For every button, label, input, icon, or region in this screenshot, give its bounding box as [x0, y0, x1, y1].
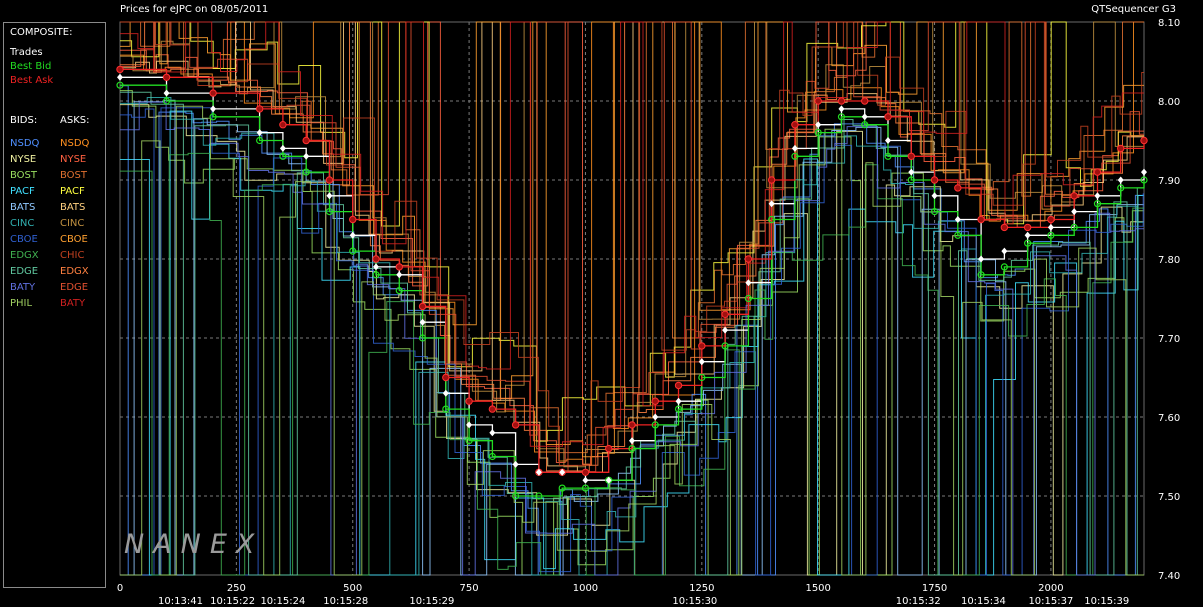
time-label: 10:15:32 [896, 596, 941, 607]
y-tick-label: 7.60 [1158, 413, 1180, 424]
best-ask-point [1047, 215, 1055, 224]
time-label: 10:15:22 [210, 596, 255, 607]
x-tick-label: 2000 [1038, 583, 1063, 594]
y-tick-label: 7.90 [1158, 176, 1180, 187]
best-ask-point [349, 215, 357, 224]
best-ask-point [698, 342, 706, 350]
best-ask-point [511, 421, 520, 429]
best-ask-point [884, 113, 892, 121]
nanex-watermark: NANEX [124, 529, 263, 560]
price-chart: NANEX 8.10 8.00 7.90 7.80 7.70 7.60 7.50 7.40 0 2… [116, 18, 1180, 607]
best-ask-point [744, 255, 753, 263]
y-tick-label: 8.10 [1158, 18, 1180, 29]
best-ask-point [1093, 168, 1102, 176]
best-ask-point [1023, 223, 1032, 232]
y-tick-label: 8.00 [1158, 97, 1180, 108]
x-tick-label: 500 [343, 583, 362, 594]
best-ask-point [442, 373, 450, 382]
best-ask-point [977, 215, 985, 224]
best-ask-point [954, 184, 962, 192]
best-ask-point [930, 176, 939, 184]
y-tick-label: 7.80 [1158, 255, 1180, 266]
best-ask-point [605, 444, 613, 453]
best-ask-point [302, 136, 310, 145]
x-tick-label: 1750 [922, 583, 947, 594]
x-tick-label: 750 [460, 583, 479, 594]
best-ask-point [581, 468, 590, 476]
best-ask-point [372, 255, 380, 263]
x-tick-label: 250 [227, 583, 246, 594]
best-ask-point [162, 73, 171, 82]
x-tick-label: 1250 [689, 583, 714, 594]
best-ask-point [651, 397, 659, 405]
best-ask-point [418, 302, 427, 311]
best-ask-point [279, 121, 287, 129]
best-ask-point [721, 310, 729, 318]
best-ask-point [488, 405, 497, 413]
best-ask-point [465, 397, 473, 405]
time-label: 10:15:39 [1084, 596, 1129, 607]
x-tick-label: 1000 [573, 583, 598, 594]
best-ask-point [116, 65, 124, 74]
time-label: 10:15:37 [1028, 596, 1073, 607]
time-label: 10:15:34 [961, 596, 1006, 607]
y-tick-label: 7.40 [1158, 571, 1180, 582]
best-ask-point [861, 97, 869, 105]
time-label: 10:15:24 [260, 596, 305, 607]
time-label: 10:15:28 [323, 596, 368, 607]
y-tick-label: 7.50 [1158, 492, 1180, 503]
best-ask-point [628, 421, 636, 429]
best-ask-point [395, 263, 403, 271]
best-ask-point [674, 381, 683, 390]
best-ask-point [791, 121, 799, 129]
best-ask-point [837, 97, 846, 105]
best-ask-point [814, 97, 822, 105]
y-tick-label: 7.70 [1158, 334, 1180, 345]
x-tick-label: 0 [117, 583, 123, 594]
best-ask-point [1000, 223, 1009, 232]
time-label: 10:15:29 [409, 596, 454, 607]
time-label: 10:13:41 [158, 596, 203, 607]
best-ask-point [907, 152, 915, 161]
best-ask-point [1140, 136, 1148, 145]
best-ask-point [209, 89, 217, 97]
time-label: 10:15:30 [672, 596, 717, 607]
best-ask-point [1070, 192, 1078, 200]
x-tick-label: 1500 [805, 583, 830, 594]
best-ask-point [767, 176, 776, 184]
best-ask-point [325, 176, 334, 184]
best-ask-point [1117, 144, 1125, 153]
best-ask-point [255, 105, 264, 113]
